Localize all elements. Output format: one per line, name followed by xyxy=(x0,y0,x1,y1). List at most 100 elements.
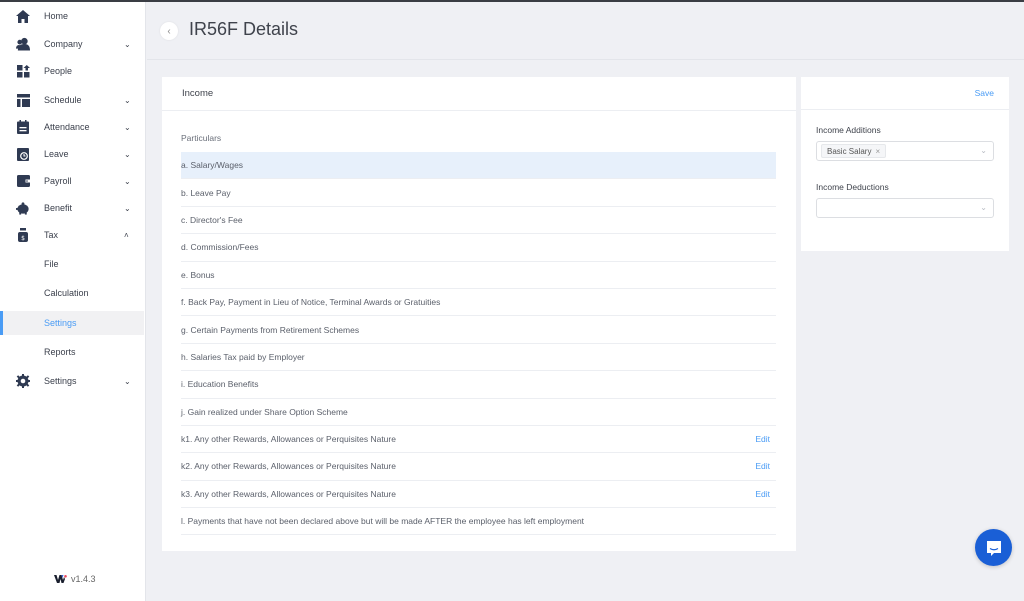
income-row-label: j. Gain realized under Share Option Sche… xyxy=(181,406,348,417)
income-row-label: h. Salaries Tax paid by Employer xyxy=(181,351,305,362)
chevron-up-icon: ˄ xyxy=(124,230,129,240)
chevron-down-icon: ⌄ xyxy=(980,146,987,155)
chevron-down-icon: ⌄ xyxy=(124,149,131,159)
sidebar-subitem-label: Reports xyxy=(44,347,76,357)
income-row[interactable]: j. Gain realized under Share Option Sche… xyxy=(181,399,776,426)
income-row-label: f. Back Pay, Payment in Lieu of Notice, … xyxy=(181,297,441,308)
sidebar-item-schedule[interactable]: Schedule ⌄ xyxy=(0,87,146,113)
chevron-down-icon: ⌄ xyxy=(124,39,131,49)
sidebar-subitem-settings[interactable]: Settings xyxy=(0,311,144,335)
version-label: v1.4.3 xyxy=(71,574,96,584)
income-row[interactable]: d. Commission/Fees xyxy=(181,234,776,262)
income-row[interactable]: c. Director's Fee xyxy=(181,207,776,235)
income-row-label: k1. Any other Rewards, Allowances or Per… xyxy=(181,434,396,445)
income-row-label: k3. Any other Rewards, Allowances or Per… xyxy=(181,488,396,499)
remove-tag-icon[interactable]: × xyxy=(875,147,880,156)
sidebar-item-label: Tax xyxy=(44,230,59,240)
income-row[interactable]: b. Leave Pay xyxy=(181,179,776,207)
sidebar-subitem-calculation[interactable]: Calculation xyxy=(0,281,144,305)
chat-launcher-button[interactable] xyxy=(975,529,1012,566)
sidebar-item-label: Payroll xyxy=(44,176,72,186)
sidebar-item-payroll[interactable]: Payroll ⌄ xyxy=(0,168,146,194)
sidebar-item-home[interactable]: Home xyxy=(0,3,146,29)
leave-icon xyxy=(16,147,30,161)
piggy-bank-icon xyxy=(16,201,30,215)
income-row[interactable]: k3. Any other Rewards, Allowances or Per… xyxy=(181,481,776,509)
income-row[interactable]: k2. Any other Rewards, Allowances or Per… xyxy=(181,453,776,481)
income-additions-select[interactable]: Basic Salary × ⌄ xyxy=(816,141,994,161)
sidebar-item-label: Schedule xyxy=(44,95,82,105)
sidebar-subitem-label: Settings xyxy=(44,318,77,328)
sidebar: Home Company ⌄ People Schedule ⌄ Attenda… xyxy=(0,0,146,601)
income-row[interactable]: l. Payments that have not been declared … xyxy=(181,508,776,536)
income-row[interactable]: a. Salary/Wages xyxy=(181,152,776,180)
page-header: ‹ IR56F Details xyxy=(147,2,1024,60)
chevron-down-icon: ⌄ xyxy=(124,203,131,213)
home-icon xyxy=(16,9,30,23)
sidebar-item-label: Attendance xyxy=(44,122,90,132)
income-additions-label: Income Additions xyxy=(816,125,881,135)
selected-tag: Basic Salary × xyxy=(821,144,887,158)
income-row[interactable]: f. Back Pay, Payment in Lieu of Notice, … xyxy=(181,289,776,317)
income-list: a. Salary/Wages b. Leave Pay c. Director's… xyxy=(181,152,776,536)
chat-icon xyxy=(986,540,1001,556)
chevron-left-icon: ‹ xyxy=(167,25,171,37)
sidebar-item-label: People xyxy=(44,66,73,76)
sidebar-item-benefit[interactable]: Benefit ⌄ xyxy=(0,195,146,221)
app-version: v1.4.3 xyxy=(54,574,96,584)
sidebar-item-settings[interactable]: Settings ⌄ xyxy=(0,368,146,394)
payroll-icon xyxy=(16,174,30,188)
income-row[interactable]: h. Salaries Tax paid by Employer xyxy=(181,344,776,372)
tag-label: Basic Salary xyxy=(827,146,872,156)
svg-text:$: $ xyxy=(21,235,25,242)
sidebar-subitem-reports[interactable]: Reports xyxy=(0,340,144,364)
edit-link[interactable]: Edit xyxy=(755,489,770,499)
sidebar-item-label: Home xyxy=(44,11,69,21)
income-row[interactable]: e. Bonus xyxy=(181,262,776,289)
save-button[interactable]: Save xyxy=(975,88,994,98)
gear-icon xyxy=(16,374,30,388)
chevron-down-icon: ⌄ xyxy=(124,376,131,386)
income-deductions-label: Income Deductions xyxy=(816,182,889,192)
back-button[interactable]: ‹ xyxy=(160,22,178,40)
sidebar-subitem-label: Calculation xyxy=(44,288,89,298)
sidebar-item-label: Settings xyxy=(44,376,77,386)
income-row-label: b. Leave Pay xyxy=(181,187,231,198)
active-indicator xyxy=(0,311,3,335)
income-row-label: d. Commission/Fees xyxy=(181,242,259,253)
sidebar-item-attendance[interactable]: Attendance ⌄ xyxy=(0,114,146,140)
income-card: Income Particulars a. Salary/Wages b. Lea… xyxy=(162,77,796,551)
schedule-icon xyxy=(16,93,30,107)
income-row-label: a. Salary/Wages xyxy=(181,160,244,171)
chevron-down-icon: ⌄ xyxy=(124,122,131,132)
income-row-label: l. Payments that have not been declared … xyxy=(181,516,585,527)
edit-link[interactable]: Edit xyxy=(755,461,770,471)
income-row-label: e. Bonus xyxy=(181,269,215,280)
chevron-down-icon: ⌄ xyxy=(124,95,131,105)
income-row-label: c. Director's Fee xyxy=(181,214,243,225)
sidebar-subitem-file[interactable]: File xyxy=(0,252,144,276)
particulars-header: Particulars xyxy=(181,133,222,143)
income-row[interactable]: g. Certain Payments from Retirement Sche… xyxy=(181,316,776,344)
chevron-down-icon: ⌄ xyxy=(980,203,987,212)
money-bag-icon: $ xyxy=(16,228,30,242)
income-settings-header: Save xyxy=(801,77,1009,110)
attendance-icon xyxy=(16,120,30,134)
sidebar-item-people[interactable]: People xyxy=(0,58,146,84)
sidebar-item-leave[interactable]: Leave ⌄ xyxy=(0,141,146,167)
sidebar-item-label: Benefit xyxy=(44,203,73,213)
sidebar-item-label: Leave xyxy=(44,149,69,159)
income-deductions-select[interactable]: ⌄ xyxy=(816,198,994,218)
income-row[interactable]: k1. Any other Rewards, Allowances or Per… xyxy=(181,426,776,454)
income-row[interactable]: i. Education Benefits xyxy=(181,371,776,399)
edit-link[interactable]: Edit xyxy=(755,434,770,444)
sidebar-subitem-label: File xyxy=(44,259,59,269)
sidebar-item-company[interactable]: Company ⌄ xyxy=(0,31,146,57)
page-title: IR56F Details xyxy=(189,19,299,39)
window-top-border xyxy=(0,0,1024,2)
sidebar-item-tax[interactable]: $ Tax ˄ xyxy=(0,222,146,248)
people-icon xyxy=(16,64,30,78)
income-row-label: g. Certain Payments from Retirement Sche… xyxy=(181,324,360,335)
income-row-label: k2. Any other Rewards, Allowances or Per… xyxy=(181,461,396,472)
sidebar-item-label: Company xyxy=(44,39,83,49)
